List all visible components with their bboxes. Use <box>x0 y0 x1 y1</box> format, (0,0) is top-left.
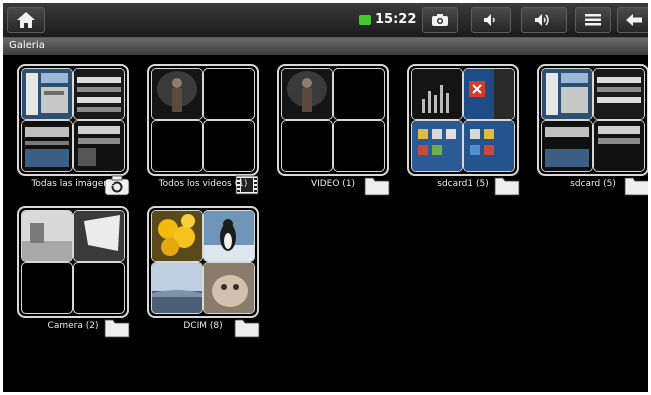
thumbnail-image <box>21 120 73 172</box>
thumbnail-image <box>203 210 255 262</box>
thumbnail-image <box>463 120 515 172</box>
thumbnail-image <box>151 68 203 120</box>
album-sdcard1[interactable]: sdcard1 (5) <box>407 64 520 196</box>
thumbnail-image <box>593 68 645 120</box>
thumbnail-image <box>151 262 203 314</box>
thumbnail-image <box>541 120 593 172</box>
album-thumbnail <box>17 64 129 176</box>
camera-icon <box>432 14 448 26</box>
album-thumbnail <box>407 64 519 176</box>
album-all-videos[interactable]: Todos los videos (1) <box>147 64 259 195</box>
volume-down-icon <box>484 14 495 26</box>
album-label: Camera (2) <box>47 321 99 331</box>
page-title: Galeria <box>9 40 45 51</box>
thumbnail-image <box>411 120 463 172</box>
home-icon <box>17 12 35 28</box>
album-label: sdcard1 (5) <box>437 179 489 189</box>
thumbnail-image <box>203 262 255 314</box>
home-button[interactable] <box>7 7 45 33</box>
thumbnail-empty <box>21 262 73 314</box>
album-dcim[interactable]: DCIM (8) <box>147 206 260 338</box>
thumbnail-image <box>21 210 73 262</box>
album-thumbnail <box>537 64 648 176</box>
thumbnail-image <box>73 210 125 262</box>
clock: 15:22 <box>375 12 417 27</box>
volume-down-button[interactable] <box>471 7 511 33</box>
thumbnail-image <box>73 68 125 120</box>
thumbnail-image <box>411 68 463 120</box>
album-label: sdcard (5) <box>570 179 616 189</box>
gallery-screen: 15:22 Galeria Todas las imágene Todos lo… <box>3 3 648 392</box>
album-label: Todas las imágene <box>31 179 115 189</box>
album-thumbnail <box>147 64 259 176</box>
thumbnail-empty <box>281 120 333 172</box>
album-thumbnail <box>147 206 259 318</box>
back-icon <box>626 14 642 26</box>
album-label: VIDEO (1) <box>310 179 356 189</box>
album-thumbnail <box>17 206 129 318</box>
thumbnail-image <box>21 68 73 120</box>
title-bar: Galeria <box>3 38 648 55</box>
menu-icon <box>585 14 601 26</box>
thumbnail-empty <box>151 120 203 172</box>
thumbnail-empty <box>203 68 255 120</box>
volume-up-icon <box>535 14 549 26</box>
thumbnail-empty <box>333 68 385 120</box>
album-all-images[interactable]: Todas las imágene <box>17 64 130 196</box>
menu-button[interactable] <box>575 7 611 33</box>
status-bar: 15:22 <box>3 3 648 38</box>
album-sdcard[interactable]: sdcard (5) <box>537 64 648 196</box>
album-thumbnail <box>277 64 389 176</box>
album-video[interactable]: VIDEO (1) <box>277 64 390 196</box>
volume-up-button[interactable] <box>521 7 567 33</box>
thumbnail-empty <box>203 120 255 172</box>
thumbnail-image <box>151 210 203 262</box>
screenshot-button[interactable] <box>422 7 458 33</box>
thumbnail-empty <box>333 120 385 172</box>
back-button[interactable] <box>617 7 648 33</box>
thumbnail-image <box>541 68 593 120</box>
thumbnail-empty <box>73 262 125 314</box>
battery-indicator <box>359 15 371 25</box>
thumbnail-image <box>281 68 333 120</box>
album-label: Todos los videos (1) <box>158 179 248 189</box>
thumbnail-image <box>73 120 125 172</box>
album-label: DCIM (8) <box>183 321 223 331</box>
thumbnail-image <box>463 68 515 120</box>
thumbnail-image <box>593 120 645 172</box>
album-camera[interactable]: Camera (2) <box>17 206 130 338</box>
